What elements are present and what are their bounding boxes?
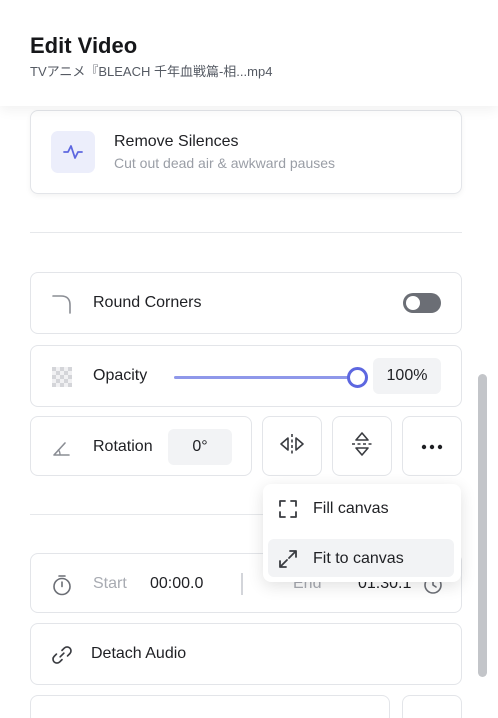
remove-silences-title: Remove Silences — [114, 133, 239, 150]
start-label: Start — [93, 575, 127, 592]
opacity-row: Opacity 100% — [30, 345, 462, 407]
opacity-value-input[interactable]: 100% — [373, 358, 441, 394]
waveform-icon — [51, 131, 95, 173]
fit-options-menu: Fill canvas Fit to canvas — [263, 484, 461, 582]
menu-item-label: Fit to canvas — [313, 550, 404, 567]
round-corners-toggle[interactable] — [403, 293, 441, 313]
checkerboard-icon — [50, 365, 74, 389]
timing-separator — [241, 573, 243, 595]
rotation-row: Rotation 0° — [30, 416, 252, 476]
rotation-label: Rotation — [93, 438, 153, 455]
opacity-slider-thumb[interactable] — [347, 367, 368, 388]
more-options-button[interactable] — [402, 416, 462, 476]
partial-card[interactable] — [30, 695, 390, 718]
file-name: TVアニメ『BLEACH 千年血戦篇-相...mp4 — [30, 64, 273, 79]
flip-vertical-button[interactable] — [332, 416, 392, 476]
start-time-input[interactable]: 00:00.0 — [150, 575, 203, 593]
stopwatch-icon — [50, 573, 74, 597]
panel-header: Edit Video TVアニメ『BLEACH 千年血戦篇-相...mp4 — [0, 0, 498, 106]
flip-horizontal-button[interactable] — [262, 416, 322, 476]
flip-vertical-icon — [350, 430, 374, 463]
detach-audio-button[interactable]: Detach Audio — [30, 623, 462, 685]
detach-audio-label: Detach Audio — [91, 645, 187, 662]
fit-to-canvas-icon — [278, 549, 298, 569]
rotation-value-input[interactable]: 0° — [168, 429, 232, 465]
link-icon — [50, 643, 74, 667]
opacity-slider-track[interactable] — [174, 376, 359, 379]
flip-horizontal-icon — [278, 432, 306, 461]
menu-item-fill-canvas[interactable]: Fill canvas — [268, 489, 454, 527]
remove-silences-card[interactable]: Remove Silences Cut out dead air & awkwa… — [30, 110, 462, 194]
scrollbar-thumb[interactable] — [478, 374, 487, 677]
more-icon — [421, 437, 443, 455]
toggle-knob — [406, 296, 420, 310]
round-corners-row: Round Corners — [30, 272, 462, 334]
menu-item-label: Fill canvas — [313, 500, 389, 517]
section-divider — [30, 514, 263, 515]
angle-icon — [50, 436, 74, 460]
menu-item-fit-to-canvas[interactable]: Fit to canvas — [268, 539, 454, 577]
opacity-label: Opacity — [93, 367, 148, 384]
fill-canvas-icon — [278, 499, 298, 519]
remove-silences-subtitle: Cut out dead air & awkward pauses — [114, 155, 336, 171]
round-corner-icon — [50, 292, 74, 316]
section-divider — [30, 232, 462, 233]
page-title: Edit Video — [30, 33, 138, 58]
partial-card[interactable] — [402, 695, 462, 718]
round-corners-label: Round Corners — [93, 294, 202, 311]
